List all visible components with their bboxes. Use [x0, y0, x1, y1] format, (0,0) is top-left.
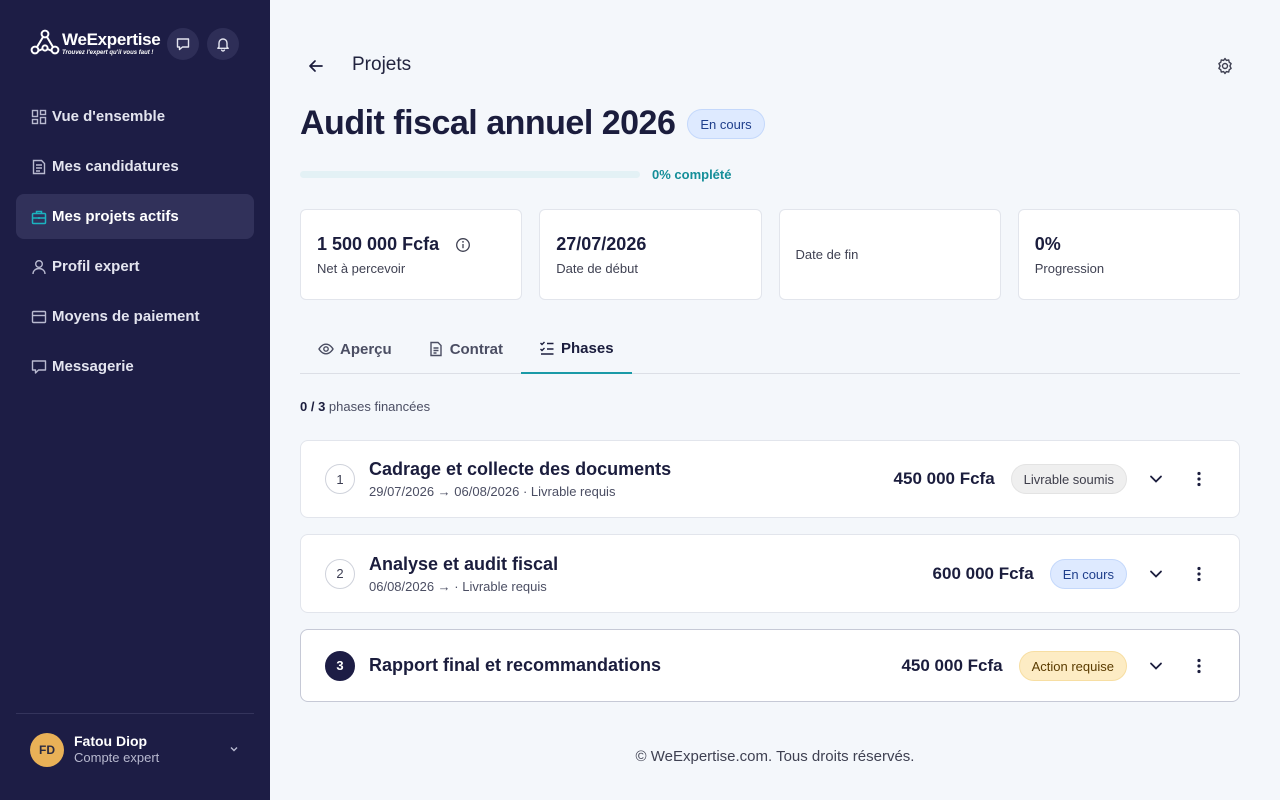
checklist-icon — [540, 341, 554, 355]
status-badge: Livrable soumis — [1010, 464, 1127, 494]
more-vertical-icon[interactable] — [1190, 565, 1208, 583]
phase-card[interactable]: 3 Rapport final et recommandations 450 0… — [300, 629, 1240, 702]
document-list-icon — [32, 159, 46, 174]
breadcrumb[interactable]: Projets — [352, 54, 411, 76]
project-progress: 0% complété — [300, 167, 731, 182]
stat-label: Date de début — [556, 261, 638, 276]
phase-card[interactable]: 1 Cadrage et collecte des documents 29/0… — [300, 440, 1240, 518]
avatar: FD — [30, 732, 64, 767]
eye-icon — [318, 343, 334, 355]
sidebar-item-label: Mes candidatures — [52, 158, 179, 175]
stat-value: 0% — [1034, 234, 1061, 254]
phase-title: Rapport final et recommandations — [369, 655, 662, 675]
sidebar-item-payment-methods[interactable]: Moyens de paiement — [16, 294, 254, 339]
more-vertical-icon[interactable] — [1190, 657, 1208, 675]
message-icon — [31, 359, 47, 374]
stat-label: Date de fin — [795, 247, 859, 262]
briefcase-icon — [31, 210, 47, 224]
messages-button[interactable] — [167, 28, 199, 60]
phase-amount: 600 000 Fcfa — [932, 563, 1034, 583]
chat-icon — [176, 38, 190, 51]
phase-number: 1 — [325, 464, 355, 494]
document-icon — [429, 341, 442, 357]
chevron-down-icon[interactable] — [1147, 470, 1165, 488]
phase-amount: 450 000 Fcfa — [901, 655, 1003, 675]
sidebar-item-label: Profil expert — [52, 258, 140, 275]
phase-title: Analyse et audit fiscal — [369, 553, 559, 574]
gear-icon[interactable] — [1216, 57, 1234, 75]
user-icon — [32, 259, 46, 274]
footer-copyright: © WeExpertise.com. Tous droits réservés. — [635, 748, 915, 765]
stat-card-progress: 0% Progression — [1017, 209, 1240, 300]
sidebar-item-label: Messagerie — [52, 358, 134, 375]
funded-phases-summary: 0 / 3 phases financées — [300, 399, 430, 414]
main-content: Projets Audit fiscal annuel 2026 En cour… — [270, 0, 1280, 800]
chevron-down-icon[interactable] — [1147, 657, 1165, 675]
stat-value: 27/07/2026 — [556, 234, 647, 254]
phase-dates: 29/07/2026 → 06/08/2026 · Livrable requi… — [369, 484, 616, 499]
notifications-button[interactable] — [207, 28, 239, 60]
sidebar-item-label: Moyens de paiement — [52, 308, 200, 325]
project-tabs: Aperçu Contrat Phases — [300, 324, 1240, 374]
status-badge: En cours — [687, 108, 765, 139]
phase-card[interactable]: 2 Analyse et audit fiscal 06/08/2026 → ·… — [300, 534, 1240, 613]
chevron-down-icon — [230, 747, 238, 752]
sidebar-item-expert-profile[interactable]: Profil expert — [16, 244, 254, 289]
sidebar-item-applications[interactable]: Mes candidatures — [16, 144, 254, 189]
stat-card-net-amount: 1 500 000 Fcfa Net à percevoir — [300, 209, 523, 300]
sidebar-nav: Vue d'ensemble Mes candidatures Mes proj… — [16, 94, 254, 394]
phase-dates: 06/08/2026 → · Livrable requis — [369, 578, 547, 594]
page-title: Audit fiscal annuel 2026 — [300, 104, 676, 142]
user-name: Fatou Diop — [74, 732, 148, 749]
phase-title: Cadrage et collecte des documents — [369, 459, 672, 479]
funded-text: phases financées — [328, 399, 431, 414]
sidebar-item-active-projects[interactable]: Mes projets actifs — [16, 194, 254, 239]
brand-logo[interactable]: WeExpertise Trouvez l'expert qu'il vous … — [30, 28, 161, 58]
stats-row: 1 500 000 Fcfa Net à percevoir 27/07/202… — [300, 209, 1240, 300]
brand-tagline: Trouvez l'expert qu'il vous faut ! — [62, 49, 154, 56]
sidebar-item-messaging[interactable]: Messagerie — [16, 344, 254, 389]
bell-icon — [217, 38, 229, 52]
tab-label: Contrat — [449, 340, 504, 358]
sidebar-item-label: Mes projets actifs — [52, 208, 179, 225]
sidebar-item-overview[interactable]: Vue d'ensemble — [16, 94, 254, 139]
phase-number: 3 — [325, 650, 355, 681]
stat-label: Progression — [1034, 261, 1105, 276]
tab-label: Phases — [561, 339, 614, 357]
info-icon[interactable] — [455, 237, 471, 253]
stat-card-start-date: 27/07/2026 Date de début — [539, 209, 762, 300]
stat-label: Net à percevoir — [317, 261, 406, 276]
phase-number: 2 — [325, 558, 355, 589]
stat-value: 1 500 000 Fcfa — [317, 234, 440, 254]
chevron-down-icon[interactable] — [1147, 565, 1165, 583]
user-role: Compte expert — [74, 750, 160, 766]
user-menu[interactable]: FD Fatou Diop Compte expert — [16, 713, 254, 785]
progress-label: 0% complété — [652, 167, 732, 182]
tab-phases[interactable]: Phases — [521, 324, 632, 374]
brand-name: WeExpertise — [62, 29, 161, 49]
progress-bar — [300, 171, 640, 178]
dashboard-icon — [31, 109, 47, 124]
people-network-icon — [30, 29, 60, 55]
tab-label: Aperçu — [340, 340, 392, 358]
tab-overview[interactable]: Aperçu — [300, 324, 410, 374]
credit-card-icon — [31, 310, 47, 323]
status-badge: Action requise — [1018, 650, 1127, 681]
stat-card-end-date: Date de fin — [778, 209, 1001, 300]
arrow-left-icon[interactable] — [306, 56, 326, 76]
phase-amount: 450 000 Fcfa — [893, 469, 995, 488]
funded-count: 0 / 3 — [300, 399, 326, 414]
more-vertical-icon[interactable] — [1190, 470, 1208, 488]
sidebar: WeExpertise Trouvez l'expert qu'il vous … — [0, 0, 270, 800]
status-badge: En cours — [1049, 558, 1127, 589]
tab-contract[interactable]: Contrat — [410, 324, 521, 374]
sidebar-item-label: Vue d'ensemble — [52, 108, 166, 125]
